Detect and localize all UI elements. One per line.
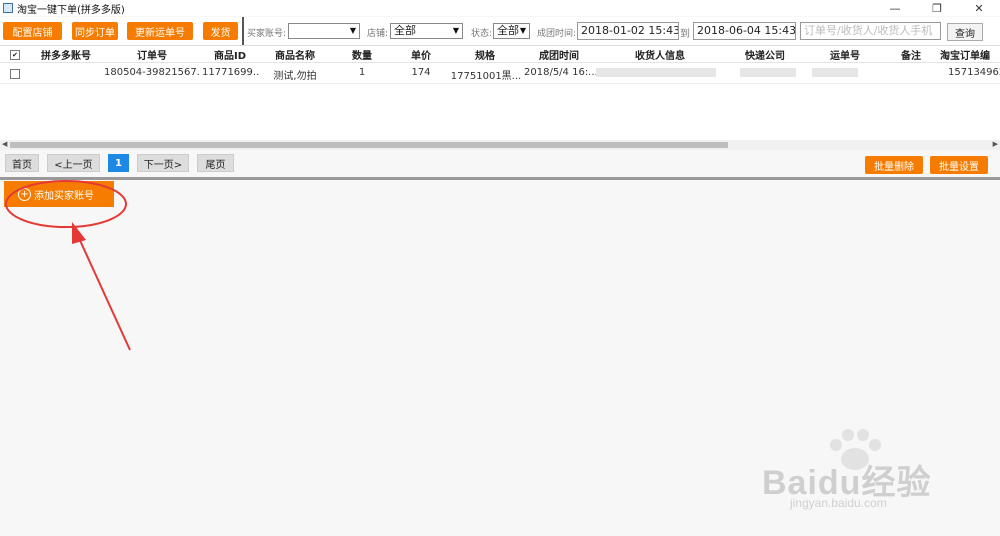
- annotation-ellipse: [5, 180, 127, 228]
- watermark-url: jingyan.baidu.com: [790, 496, 887, 510]
- annotation-arrow-line: [77, 235, 131, 351]
